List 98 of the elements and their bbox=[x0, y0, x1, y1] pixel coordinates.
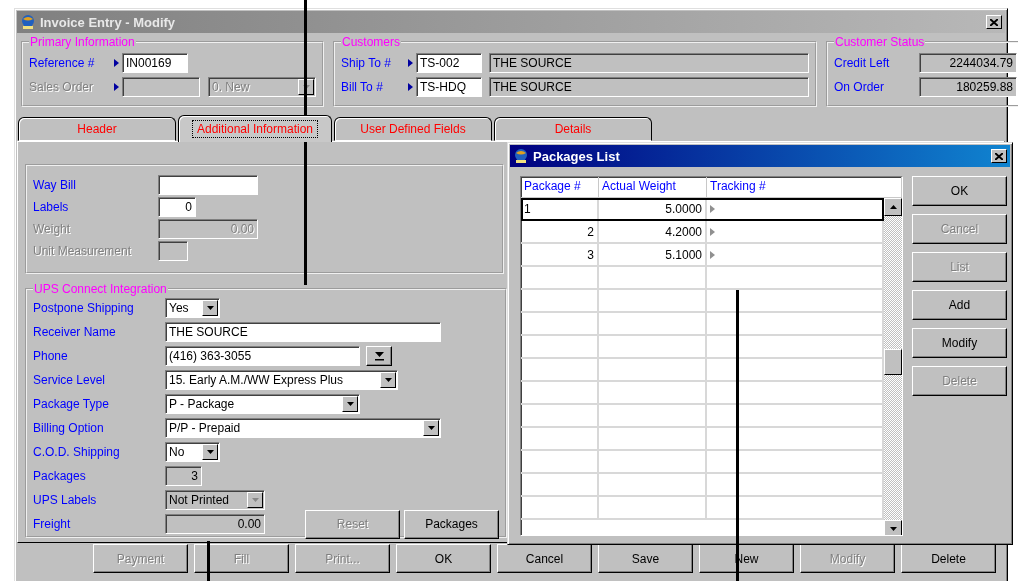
leader-line bbox=[207, 541, 210, 581]
globe-icon bbox=[513, 148, 529, 164]
down-arrow-icon bbox=[374, 351, 384, 361]
window-title: Packages List bbox=[533, 148, 621, 164]
caret-icon bbox=[710, 250, 715, 259]
dropdown-field[interactable]: Yes bbox=[165, 298, 220, 318]
group-title: Primary Information bbox=[29, 35, 136, 49]
readonly-field: 3 bbox=[165, 466, 202, 486]
up-triangle-icon bbox=[889, 205, 897, 209]
table-cell: 5.0000 bbox=[599, 198, 707, 219]
close-icon bbox=[995, 152, 1003, 160]
field-label: Way Bill bbox=[33, 178, 77, 192]
group-title: Customers bbox=[341, 35, 401, 49]
action-button[interactable]: Save bbox=[598, 544, 693, 573]
text-field[interactable]: TS-HDQ bbox=[416, 77, 482, 97]
field-label: Phone bbox=[33, 349, 69, 363]
table-row[interactable]: 1 5.0000 bbox=[521, 198, 884, 221]
field-label: Ship To # bbox=[341, 56, 392, 70]
field-label: Freight bbox=[33, 517, 72, 531]
field-label: Reference # bbox=[29, 56, 96, 70]
field-label: Billing Option bbox=[33, 421, 105, 435]
field-label: Bill To # bbox=[341, 80, 384, 94]
field-label: Postpone Shipping bbox=[33, 301, 135, 315]
caret-icon bbox=[408, 59, 413, 67]
field-label: Credit Left bbox=[834, 56, 891, 70]
text-field[interactable]: IN00169 bbox=[122, 53, 188, 73]
field-label: Labels bbox=[33, 200, 70, 214]
field-label: C.O.D. Shipping bbox=[33, 445, 121, 459]
dropdown-field[interactable]: P/P - Prepaid bbox=[165, 418, 441, 438]
table-row[interactable]: 2 4.2000 bbox=[521, 221, 884, 244]
text-field[interactable] bbox=[122, 77, 200, 97]
action-button[interactable]: Add bbox=[912, 290, 1007, 320]
field-label: Sales Order bbox=[29, 80, 95, 94]
table-cell: 4.2000 bbox=[599, 221, 707, 242]
caret-icon bbox=[710, 204, 715, 213]
close-button[interactable] bbox=[986, 15, 1002, 29]
group-title: UPS Connect Integration bbox=[33, 282, 168, 296]
caret-icon bbox=[408, 83, 413, 91]
close-button[interactable] bbox=[991, 149, 1007, 163]
close-icon bbox=[990, 18, 998, 26]
dropdown-field[interactable]: P - Package bbox=[165, 394, 360, 414]
dropdown-field[interactable]: 15. Early A.M./WW Express Plus bbox=[165, 370, 398, 390]
scrollbar[interactable] bbox=[884, 198, 902, 535]
dropdown-field[interactable]: No bbox=[165, 442, 220, 462]
caret-icon bbox=[114, 83, 119, 91]
down-triangle-icon bbox=[251, 498, 259, 502]
dropdown-button[interactable] bbox=[202, 444, 218, 460]
column-header: Tracking # bbox=[707, 177, 902, 197]
down-triangle-icon bbox=[206, 306, 214, 310]
dropdown-button[interactable] bbox=[202, 300, 218, 316]
dropdown-button[interactable] bbox=[423, 420, 439, 436]
down-triangle-icon bbox=[384, 378, 392, 382]
readonly-field: 0.00 bbox=[165, 514, 265, 534]
field-label: UPS Labels bbox=[33, 493, 98, 507]
scroll-down-button[interactable] bbox=[884, 520, 902, 535]
text-field[interactable]: THE SOURCE bbox=[165, 322, 441, 342]
action-button[interactable]: Cancel bbox=[497, 544, 592, 573]
text-field[interactable]: (416) 363-3055 bbox=[165, 346, 360, 366]
readonly-field: THE SOURCE bbox=[489, 77, 809, 97]
readonly-field: 180259.88 bbox=[919, 77, 1017, 97]
caret-icon bbox=[114, 59, 119, 67]
lookup-button[interactable] bbox=[366, 346, 392, 366]
table-cell: 1 bbox=[521, 198, 599, 219]
column-header: Package # bbox=[521, 177, 599, 197]
text-field[interactable]: 0 bbox=[158, 197, 196, 217]
field-label: Package Type bbox=[33, 397, 110, 411]
readonly-field: THE SOURCE bbox=[489, 53, 809, 73]
caret-icon bbox=[710, 227, 715, 236]
table-cell: 5.1000 bbox=[599, 244, 707, 265]
dropdown-button[interactable] bbox=[342, 396, 358, 412]
scroll-up-button[interactable] bbox=[884, 198, 902, 216]
group-title: Customer Status bbox=[834, 35, 926, 49]
table-cell: 2 bbox=[521, 221, 599, 242]
field-label: Receiver Name bbox=[33, 325, 117, 339]
text-field[interactable] bbox=[158, 175, 258, 195]
window-title: Invoice Entry - Modify bbox=[40, 14, 177, 30]
field-label: Service Level bbox=[33, 373, 107, 387]
scroll-thumb[interactable] bbox=[884, 349, 902, 375]
action-button[interactable]: Delete bbox=[901, 544, 996, 573]
globe-icon bbox=[20, 14, 36, 30]
text-field[interactable]: TS-002 bbox=[416, 53, 482, 73]
action-button[interactable]: OK bbox=[396, 544, 491, 573]
dropdown-button[interactable] bbox=[380, 372, 396, 388]
column-header: Actual Weight bbox=[599, 177, 707, 197]
down-triangle-icon bbox=[427, 426, 435, 430]
field-label: Unit Measurement bbox=[33, 244, 133, 258]
down-triangle-icon bbox=[889, 527, 897, 531]
table-cell: 3 bbox=[521, 244, 599, 265]
action-button[interactable]: Packages bbox=[404, 509, 499, 539]
action-button[interactable]: OK bbox=[912, 176, 1007, 206]
field-label: Packages bbox=[33, 469, 87, 483]
down-triangle-icon bbox=[206, 450, 214, 454]
readonly-field: 2244034.79 bbox=[919, 53, 1017, 73]
field-label: Weight bbox=[33, 222, 72, 236]
field-label: On Order bbox=[834, 80, 885, 94]
action-button[interactable]: Modify bbox=[912, 328, 1007, 358]
table-row[interactable]: 3 5.1000 bbox=[521, 244, 884, 267]
down-triangle-icon bbox=[346, 402, 354, 406]
